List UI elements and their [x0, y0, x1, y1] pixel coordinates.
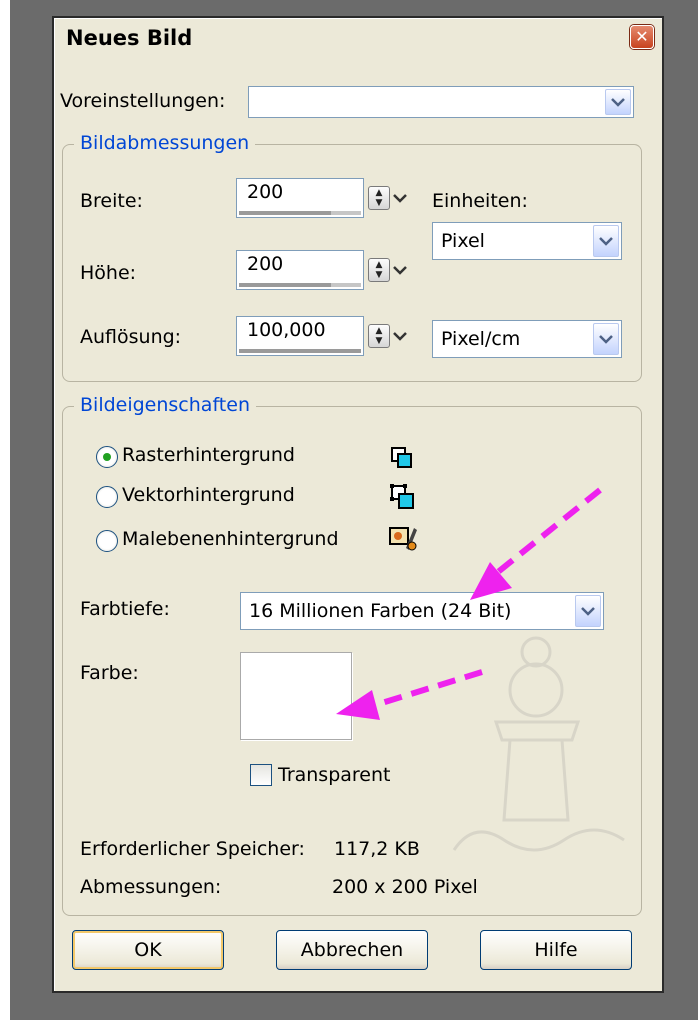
chevron-down-icon	[393, 194, 407, 203]
raster-background-label: Rasterhintergrund	[122, 444, 295, 466]
color-depth-dropdown[interactable]: 16 Millionen Farben (24 Bit)	[240, 592, 604, 630]
up-down-icon: ▲ ▼	[368, 186, 390, 210]
width-value: 200	[247, 181, 284, 203]
properties-legend: Bildeigenschaften	[74, 394, 256, 416]
width-spinner[interactable]: ▲ ▼	[368, 184, 416, 212]
height-value: 200	[247, 253, 284, 275]
height-input[interactable]: 200	[236, 250, 364, 290]
ok-button[interactable]: OK	[72, 930, 224, 970]
chevron-down-icon	[575, 595, 601, 627]
color-swatch[interactable]	[240, 652, 352, 740]
radio-raster-background[interactable]	[96, 446, 118, 468]
units-label: Einheiten:	[432, 190, 528, 212]
height-slider[interactable]	[239, 283, 361, 287]
close-button[interactable]: ✕	[630, 25, 654, 49]
transparent-checkbox[interactable]	[250, 764, 272, 786]
transparent-label: Transparent	[278, 764, 391, 786]
size-label: Abmessungen:	[80, 876, 222, 898]
width-input[interactable]: 200	[236, 178, 364, 218]
up-down-icon: ▲ ▼	[368, 324, 390, 348]
raster-layer-icon	[391, 447, 412, 468]
dimensions-legend: Bildabmessungen	[74, 132, 256, 154]
resolution-spinner[interactable]: ▲ ▼	[368, 322, 416, 350]
color-label: Farbe:	[80, 662, 139, 684]
width-label: Breite:	[80, 190, 143, 212]
help-button[interactable]: Hilfe	[480, 930, 632, 970]
art-media-layer-icon	[389, 527, 417, 551]
memory-value: 117,2 KB	[334, 838, 420, 860]
vector-layer-icon	[390, 484, 414, 509]
resolution-value: 100,000	[247, 319, 326, 341]
new-image-dialog: Neues Bild ✕ Voreinstellungen: Bildabmes…	[52, 16, 664, 993]
vector-background-label: Vektorhintergrund	[122, 484, 295, 506]
dialog-title: Neues Bild	[66, 26, 193, 50]
cancel-button[interactable]: Abbrechen	[276, 930, 428, 970]
presets-dropdown[interactable]	[248, 86, 634, 118]
close-icon: ✕	[635, 27, 649, 46]
radio-art-media-background[interactable]	[96, 530, 118, 552]
chevron-down-icon	[593, 323, 619, 355]
presets-label: Voreinstellungen:	[60, 90, 226, 112]
radio-vector-background[interactable]	[96, 486, 118, 508]
width-slider[interactable]	[239, 211, 361, 215]
units-dropdown[interactable]: Pixel	[432, 222, 622, 260]
chevron-down-icon	[593, 225, 619, 257]
color-depth-value: 16 Millionen Farben (24 Bit)	[249, 600, 512, 622]
resolution-input[interactable]: 100,000	[236, 316, 364, 356]
chevron-down-icon	[393, 332, 407, 341]
up-down-icon: ▲ ▼	[368, 258, 390, 282]
height-label: Höhe:	[80, 262, 137, 284]
art-media-background-label: Malebenenhintergrund	[122, 528, 339, 550]
resolution-unit-dropdown[interactable]: Pixel/cm	[432, 320, 622, 358]
chevron-down-icon	[393, 266, 407, 275]
height-spinner[interactable]: ▲ ▼	[368, 256, 416, 284]
chevron-down-icon	[605, 89, 631, 115]
size-value: 200 x 200 Pixel	[332, 876, 478, 898]
title-bar: Neues Bild ✕	[54, 18, 662, 58]
color-depth-label: Farbtiefe:	[80, 598, 170, 620]
units-value: Pixel	[441, 230, 485, 252]
resolution-slider[interactable]	[239, 349, 361, 353]
memory-label: Erforderlicher Speicher:	[80, 838, 305, 860]
resolution-label: Auflösung:	[80, 326, 182, 348]
resolution-unit-value: Pixel/cm	[441, 328, 521, 350]
